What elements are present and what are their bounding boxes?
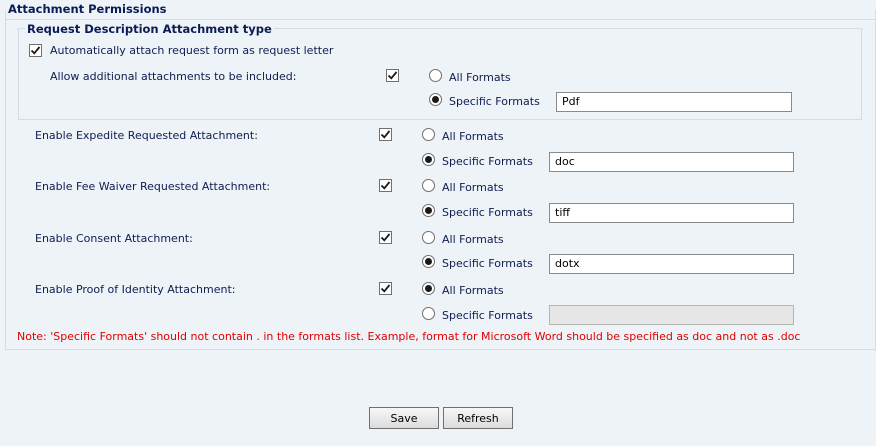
expedite-label: Enable Expedite Requested Attachment: [35,129,258,142]
checkmark-icon [380,233,391,242]
fee-waiver-checkbox[interactable] [379,179,392,192]
fee-waiver-label: Enable Fee Waiver Requested Attachment: [35,180,271,193]
checkmark-icon [380,284,391,293]
additional-attachments-label: Allow additional attachments to be inclu… [50,70,297,83]
checkmark-icon [380,130,391,139]
fee-waiver-formats-input[interactable]: tiff [549,203,794,223]
proof-of-identity-specific-formats-radio[interactable] [422,307,435,320]
proof-of-identity-all-formats-label: All Formats [442,284,504,297]
checkmark-icon [380,181,391,190]
formats-note: Note: 'Specific Formats' should not cont… [17,330,801,343]
fee-waiver-all-formats-label: All Formats [442,181,504,194]
proof-of-identity-label: Enable Proof of Identity Attachment: [35,283,236,296]
checkmark-icon [387,71,398,80]
checkmark-icon [30,46,41,55]
proof-of-identity-all-formats-radio[interactable] [422,282,435,295]
expedite-all-formats-label: All Formats [442,130,504,143]
additional-attachments-checkbox[interactable] [386,69,399,82]
consent-checkbox[interactable] [379,231,392,244]
fee-waiver-specific-formats-radio[interactable] [422,204,435,217]
consent-all-formats-label: All Formats [442,233,504,246]
consent-specific-formats-radio[interactable] [422,255,435,268]
consent-formats-input[interactable]: dotx [549,254,794,274]
auto-attach-checkbox[interactable] [29,44,42,57]
subsection-title: Request Description Attachment type [25,22,274,36]
panel-border [6,19,876,20]
section-title: Attachment Permissions [6,2,169,16]
consent-label: Enable Consent Attachment: [35,232,193,245]
expedite-specific-formats-label: Specific Formats [442,155,533,168]
expedite-checkbox[interactable] [379,128,392,141]
additional-specific-formats-label: Specific Formats [449,95,540,108]
proof-of-identity-specific-formats-label: Specific Formats [442,309,533,322]
expedite-specific-formats-radio[interactable] [422,153,435,166]
refresh-button[interactable]: Refresh [443,407,513,429]
additional-specific-formats-radio[interactable] [429,93,442,106]
auto-attach-label: Automatically attach request form as req… [50,44,334,57]
proof-of-identity-checkbox[interactable] [379,282,392,295]
fee-waiver-specific-formats-label: Specific Formats [442,206,533,219]
consent-specific-formats-label: Specific Formats [442,257,533,270]
additional-formats-input[interactable]: Pdf [556,92,792,112]
proof-of-identity-formats-input[interactable] [549,305,794,325]
expedite-all-formats-radio[interactable] [422,128,435,141]
consent-all-formats-radio[interactable] [422,231,435,244]
expedite-formats-input[interactable]: doc [549,152,794,172]
additional-all-formats-label: All Formats [449,71,511,84]
additional-all-formats-radio[interactable] [429,69,442,82]
fee-waiver-all-formats-radio[interactable] [422,179,435,192]
save-button[interactable]: Save [369,407,439,429]
